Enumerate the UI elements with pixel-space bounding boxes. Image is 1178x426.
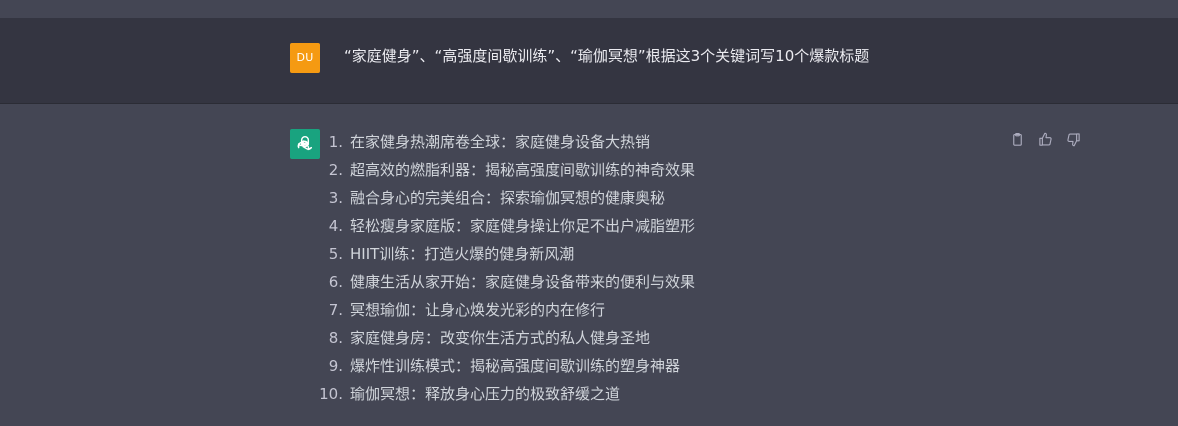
list-number: 2.	[328, 161, 343, 179]
answer-list: 1. 在家健身热潮席卷全球：家庭健身设备大热销 2. 超高效的燃脂利器：揭秘高强度间…	[312, 128, 695, 408]
list-item: 4. 轻松瘦身家庭版：家庭健身操让你足不出户减脂塑形	[312, 212, 695, 240]
list-item: 10. 瑜伽冥想：释放身心压力的极致舒缓之道	[312, 380, 695, 408]
top-strip	[0, 0, 1178, 18]
list-number: 5.	[328, 245, 343, 263]
list-text: 冥想瑜伽：让身心焕发光彩的内在修行	[350, 301, 606, 319]
list-item: 7. 冥想瑜伽：让身心焕发光彩的内在修行	[312, 296, 695, 324]
thumbs-up-icon	[1038, 132, 1052, 146]
list-item: 8. 家庭健身房：改变你生活方式的私人健身圣地	[312, 324, 695, 352]
list-text: 融合身心的完美组合：探索瑜伽冥想的健康奥秘	[350, 189, 666, 207]
list-number: 4.	[328, 217, 343, 235]
list-number: 7.	[328, 301, 343, 319]
list-item: 3. 融合身心的完美组合：探索瑜伽冥想的健康奥秘	[312, 184, 695, 212]
clipboard-icon	[1012, 132, 1022, 146]
list-item: 9. 爆炸性训练模式：揭秘高强度间歇训练的塑身神器	[312, 352, 695, 380]
list-item: 1. 在家健身热潮席卷全球：家庭健身设备大热销	[312, 128, 695, 156]
list-item: 2. 超高效的燃脂利器：揭秘高强度间歇训练的神奇效果	[312, 156, 695, 184]
list-text: 爆炸性训练模式：揭秘高强度间歇训练的塑身神器	[350, 357, 681, 375]
message-actions	[1008, 130, 1082, 148]
list-text: 家庭健身房：改变你生活方式的私人健身圣地	[350, 329, 651, 347]
user-message-row: DU “家庭健身”、“高强度间歇训练”、“瑜伽冥想”根据这3个关键词写10个爆款…	[0, 18, 1178, 104]
user-avatar: DU	[290, 43, 320, 73]
list-number: 6.	[328, 273, 343, 291]
list-text: HIIT训练：打造火爆的健身新风潮	[350, 245, 575, 263]
thumbs-down-icon	[1066, 132, 1080, 146]
list-text: 在家健身热潮席卷全球：家庭健身设备大热销	[350, 133, 651, 151]
list-number: 1.	[328, 133, 343, 151]
list-number: 3.	[328, 189, 343, 207]
user-message-text: “家庭健身”、“高强度间歇训练”、“瑜伽冥想”根据这3个关键词写10个爆款标题	[344, 47, 870, 65]
list-text: 轻松瘦身家庭版：家庭健身操让你足不出户减脂塑形	[350, 217, 696, 235]
thumbs-down-button[interactable]	[1064, 130, 1082, 148]
chat-page: DU “家庭健身”、“高强度间歇训练”、“瑜伽冥想”根据这3个关键词写10个爆款…	[0, 0, 1178, 426]
list-text: 超高效的燃脂利器：揭秘高强度间歇训练的神奇效果	[350, 161, 696, 179]
list-item: 5. HIIT训练：打造火爆的健身新风潮	[312, 240, 695, 268]
list-number: 8.	[328, 329, 343, 347]
list-item: 6. 健康生活从家开始：家庭健身设备带来的便利与效果	[312, 268, 695, 296]
list-number: 9.	[328, 357, 343, 375]
list-text: 瑜伽冥想：释放身心压力的极致舒缓之道	[350, 385, 621, 403]
copy-button[interactable]	[1008, 130, 1026, 148]
list-number: 10.	[319, 385, 343, 403]
assistant-message-row: 1. 在家健身热潮席卷全球：家庭健身设备大热销 2. 超高效的燃脂利器：揭秘高强度间…	[0, 104, 1178, 426]
list-text: 健康生活从家开始：家庭健身设备带来的便利与效果	[350, 273, 696, 291]
thumbs-up-button[interactable]	[1036, 130, 1054, 148]
